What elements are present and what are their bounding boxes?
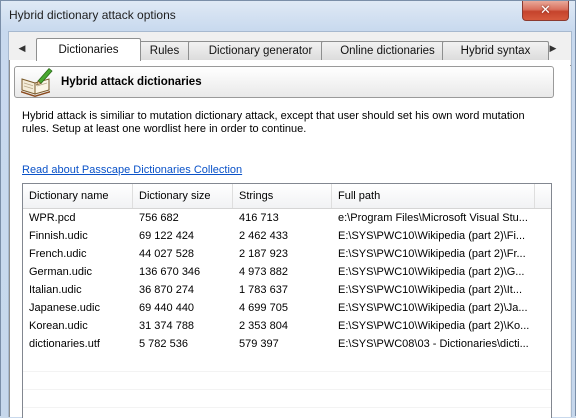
cell-strings: 1 783 637 [239,284,288,296]
cell-size: 69 122 424 [139,230,195,242]
window-title: Hybrid dictionary attack options [9,8,176,22]
section-title: Hybrid attack dictionaries [61,76,202,88]
tab-dictionary-generator[interactable]: Dictionary generator [188,41,333,60]
description-text: Hybrid attack is similiar to mutation di… [22,110,525,135]
cell-path: E:\SYS\PWC10\Wikipedia (part 2)\Ja... [338,302,528,314]
table-row[interactable]: Japanese.udic 69 440 440 4 699 705 E:\SY… [23,299,551,317]
cell-path: E:\SYS\PWC10\Wikipedia (part 2)\It... [338,284,523,296]
cell-path: E:\SYS\PWC10\Wikipedia (part 2)\G... [338,266,525,278]
row-divider [23,389,551,390]
column-header-strings[interactable]: Strings [233,184,332,208]
cell-path: e:\Program Files\Microsoft Visual Stu... [338,212,528,224]
close-icon: ✕ [540,3,551,18]
tab-scroll-left-icon[interactable]: ◀ [15,41,29,57]
cell-name: WPR.pcd [29,212,76,224]
table-row[interactable]: French.udic 44 027 528 2 187 923 E:\SYS\… [23,245,551,263]
tab-hybrid-syntax[interactable]: Hybrid syntax [442,41,549,60]
cell-name: Italian.udic [29,284,82,296]
row-divider [23,371,551,372]
cell-path: E:\SYS\PWC10\Wikipedia (part 2)\Ko... [338,320,530,332]
column-header-size[interactable]: Dictionary size [133,184,233,208]
tab-scroll-right-icon[interactable]: ▶ [546,41,560,57]
table-row[interactable]: Finnish.udic 69 122 424 2 462 433 E:\SYS… [23,227,551,245]
tab-strip: ◀ Dictionaries Rules Dictionary generato… [9,38,571,66]
cell-path: E:\SYS\PWC10\Wikipedia (part 2)\Fi... [338,230,526,242]
cell-name: dictionaries.utf [29,338,100,350]
cell-path: E:\SYS\PWC08\03 - Dictionaries\dicti... [338,338,529,350]
cell-size: 136 670 346 [139,266,201,278]
cell-name: Finnish.udic [29,230,88,242]
cell-strings: 2 187 923 [239,248,288,260]
cell-size: 36 870 274 [139,284,195,296]
cell-size: 756 682 [139,212,179,224]
cell-name: Korean.udic [29,320,88,332]
cell-size: 44 027 528 [139,248,195,260]
tab-dictionaries[interactable]: Dictionaries [36,38,141,61]
cell-strings: 4 699 705 [239,302,288,314]
cell-size: 69 440 440 [139,302,195,314]
dictionary-list[interactable]: Dictionary name Dictionary size Strings … [22,183,552,418]
cell-size: 31 374 788 [139,320,195,332]
table-row[interactable]: Korean.udic 31 374 788 2 353 804 E:\SYS\… [23,317,551,335]
list-header: Dictionary name Dictionary size Strings … [23,184,551,209]
title-bar[interactable]: Hybrid dictionary attack options ✕ [1,1,575,31]
tab-online-dictionaries[interactable]: Online dictionaries [321,41,454,60]
dialog-client: ◀ Dictionaries Rules Dictionary generato… [8,31,572,418]
cell-strings: 2 462 433 [239,230,288,242]
cell-path: E:\SYS\PWC10\Wikipedia (part 2)\Fr... [338,248,526,260]
cell-size: 5 782 536 [139,338,188,350]
column-header-name[interactable]: Dictionary name [23,184,133,208]
cell-name: German.udic [29,266,92,278]
table-row[interactable]: German.udic 136 670 346 4 973 882 E:\SYS… [23,263,551,281]
open-book-pen-icon [21,67,53,97]
column-header-path[interactable]: Full path [332,184,535,208]
table-row[interactable]: WPR.pcd 756 682 416 713 e:\Program Files… [23,209,551,227]
close-button[interactable]: ✕ [522,1,569,21]
dictionaries-panel: Hybrid attack dictionaries Hybrid attack… [9,60,570,418]
cell-strings: 2 353 804 [239,320,288,332]
cell-name: French.udic [29,248,87,260]
table-row[interactable]: Italian.udic 36 870 274 1 783 637 E:\SYS… [23,281,551,299]
row-divider [23,407,551,408]
dialog-window: Hybrid dictionary attack options ✕ ◀ Dic… [0,0,576,418]
cell-strings: 579 397 [239,338,279,350]
cell-strings: 4 973 882 [239,266,288,278]
passcape-dictionaries-link[interactable]: Read about Passcape Dictionaries Collect… [22,164,242,176]
table-row[interactable]: dictionaries.utf 5 782 536 579 397 E:\SY… [23,335,551,353]
cell-strings: 416 713 [239,212,279,224]
section-header: Hybrid attack dictionaries [14,66,554,98]
cell-name: Japanese.udic [29,302,100,314]
